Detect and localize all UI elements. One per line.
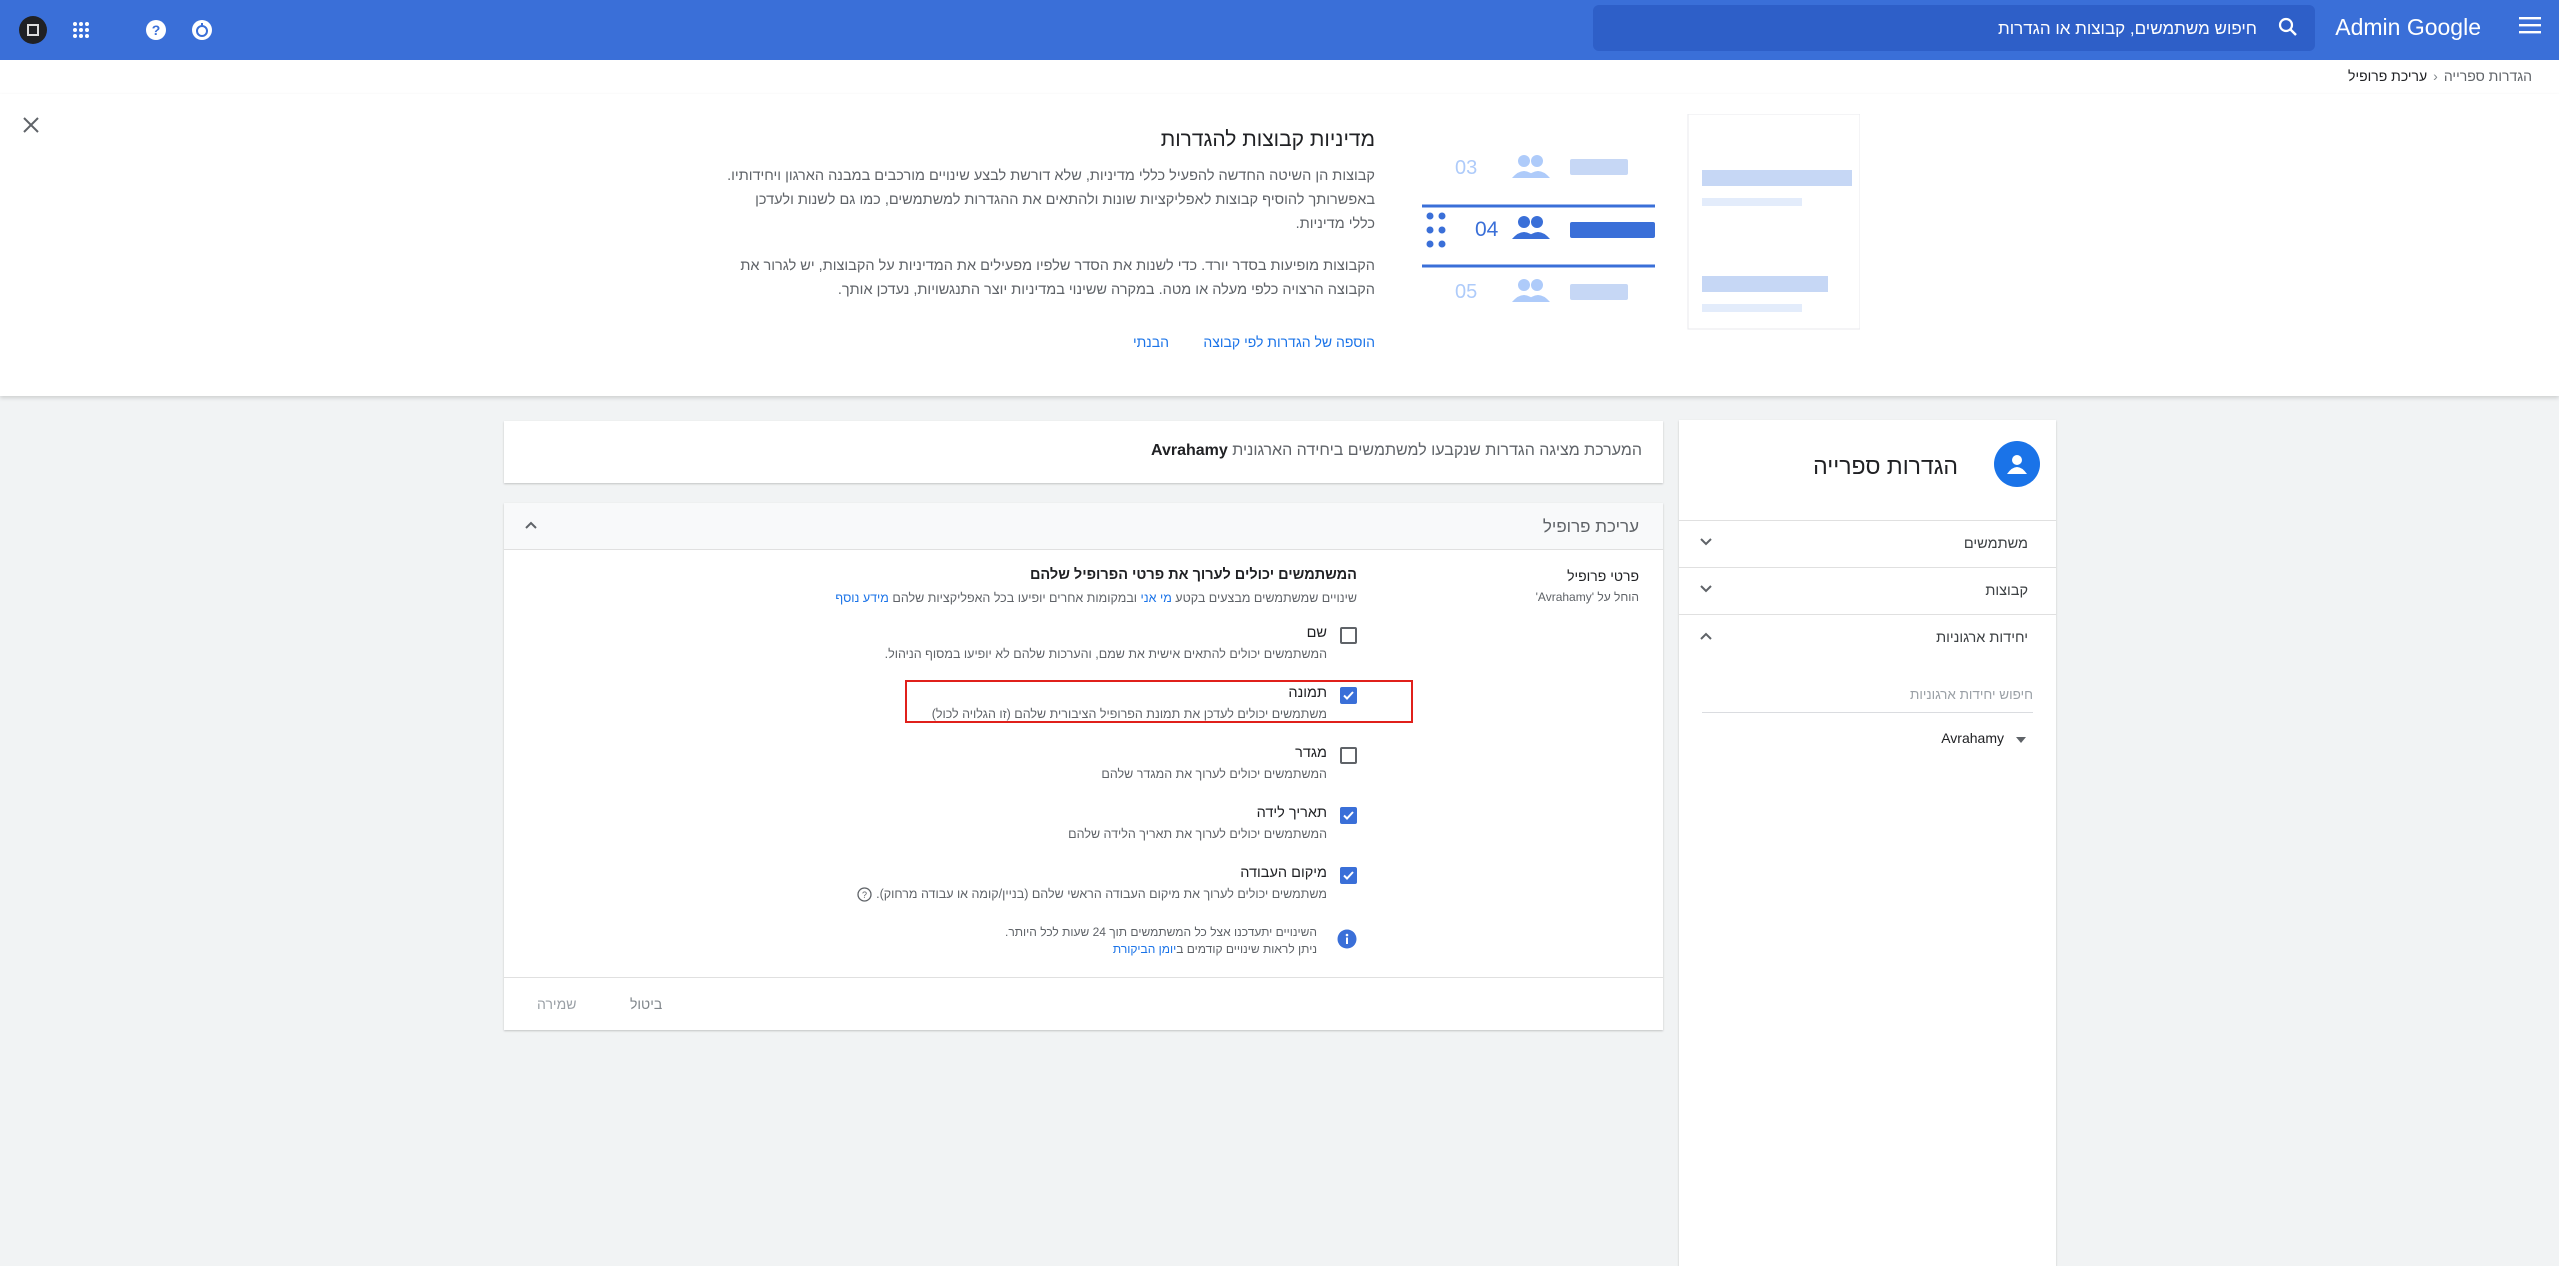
setting-label: פרטי פרופיל bbox=[1567, 568, 1639, 584]
illustration-row-05: 05 bbox=[1455, 279, 1628, 303]
user-avatar-icon bbox=[1994, 441, 2040, 487]
section-description: שינויים שמשתמשים מבצעים בקטע מי אני ובמק… bbox=[835, 591, 1357, 605]
search-bar[interactable]: חיפוש משתמשים, קבוצות או הגדרות bbox=[1593, 5, 2315, 51]
note-text-part: ניתן לראות שינויים קודמים ב bbox=[1176, 942, 1317, 956]
close-icon[interactable] bbox=[22, 116, 40, 134]
illustration-row-03: 03 bbox=[1455, 155, 1628, 179]
option-label: תאריך לידה bbox=[1256, 805, 1327, 821]
illustration-number: 05 bbox=[1455, 281, 1477, 303]
edit-profile-panel: עריכת פרופיל פרטי פרופיל הוחל על 'Avraha… bbox=[504, 503, 1663, 1030]
section-description-text: ובמקומות אחרים יופיעו בכל האפליקציות שלה… bbox=[892, 591, 1138, 605]
option-gender: מגדר המשתמשים יכולים לערוך את המגדר שלהם bbox=[877, 745, 1357, 789]
propagation-note: השינויים יתעדכנו אצל כל המשתמשים תוך 24 … bbox=[857, 925, 1357, 965]
work-location-checkbox[interactable] bbox=[1340, 867, 1357, 884]
setting-applied-to: הוחל על 'Avrahamy' bbox=[1535, 590, 1639, 604]
option-birthday: תאריך לידה המשתמשים יכולים לערוך את תארי… bbox=[877, 805, 1357, 849]
brand-logo[interactable]: Admin Google bbox=[2335, 14, 2481, 41]
org-unit-info-card: המערכת מציגה הגדרות שנקבעו למשתמשים ביחי… bbox=[504, 421, 1663, 483]
option-work-location: מיקום העבודה משתמשים יכולים לערוך את מיק… bbox=[857, 865, 1357, 909]
about-me-link[interactable]: מי אני bbox=[1141, 591, 1172, 605]
gender-checkbox[interactable] bbox=[1340, 747, 1357, 764]
breadcrumb-current: עריכת פרופיל bbox=[2348, 68, 2428, 84]
section-description-text: שינויים שמשתמשים מבצעים בקטע bbox=[1175, 591, 1357, 605]
add-group-settings-link[interactable]: הוספה של הגדרות לפי קבוצה bbox=[1203, 334, 1375, 350]
org-unit-search-input[interactable]: חיפוש יחידות ארגוניות bbox=[1702, 682, 2033, 713]
directory-settings-panel: הגדרות ספרייה משתמשים קבוצות יחידות ארגו… bbox=[1679, 420, 2056, 1266]
chevron-down-icon[interactable] bbox=[1699, 535, 1713, 549]
sidebar-item-label: יחידות ארגוניות bbox=[1936, 630, 2028, 646]
breadcrumb-parent[interactable]: הגדרות ספרייה bbox=[2444, 68, 2532, 84]
info-text: המערכת מציגה הגדרות שנקבעו למשתמשים ביחי… bbox=[1151, 442, 1642, 460]
chevron-up-icon[interactable] bbox=[524, 518, 538, 532]
account-avatar-icon[interactable] bbox=[17, 14, 49, 46]
panel-title: עריכת פרופיל bbox=[1542, 517, 1639, 536]
sidebar-item-label: קבוצות bbox=[1985, 583, 2028, 599]
option-description: המשתמשים יכולים לערוך את תאריך הלידה שלה… bbox=[1068, 827, 1327, 841]
apps-grid-icon[interactable] bbox=[65, 14, 97, 46]
info-org-name: Avrahamy bbox=[1151, 442, 1228, 459]
help-icon[interactable]: ? bbox=[140, 14, 172, 46]
option-description: המשתמשים יכולים לערוך את המגדר שלהם bbox=[1101, 767, 1327, 781]
note-text: השינויים יתעדכנו אצל כל המשתמשים תוך 24 … bbox=[1005, 925, 1317, 939]
group-policy-banner: מדיניות קבוצות להגדרות קבוצות הן השיטה ה… bbox=[0, 94, 2559, 396]
section-title: המשתמשים יכולים לערוך את פרטי הפרופיל של… bbox=[1029, 567, 1357, 583]
breadcrumb-separator-icon: ‹ bbox=[2433, 68, 2438, 84]
chevron-up-icon[interactable] bbox=[1699, 629, 1713, 643]
name-checkbox[interactable] bbox=[1340, 627, 1357, 644]
sidebar-item-users[interactable]: משתמשים bbox=[1679, 520, 2056, 568]
search-input[interactable]: חיפוש משתמשים, קבוצות או הגדרות bbox=[1998, 19, 2257, 39]
timer-icon[interactable] bbox=[186, 14, 218, 46]
illustration-number: 03 bbox=[1455, 157, 1477, 179]
info-icon bbox=[1337, 929, 1357, 949]
banner-paragraph: הקבוצות מופיעות בסדר יורד. כדי לשנות את … bbox=[740, 258, 1375, 298]
note-text: ניתן לראות שינויים קודמים ביומן הביקורת bbox=[1113, 942, 1317, 956]
got-it-link[interactable]: הבנתי bbox=[1133, 334, 1169, 350]
illustration-row-04: 04 bbox=[1426, 212, 1655, 248]
sidebar-item-groups[interactable]: קבוצות bbox=[1679, 567, 2056, 615]
birthday-checkbox[interactable] bbox=[1340, 807, 1357, 824]
audit-log-link[interactable]: יומן הביקורת bbox=[1113, 942, 1176, 956]
sidebar-item-label: משתמשים bbox=[1963, 536, 2028, 552]
org-unit-item[interactable]: Avrahamy bbox=[1941, 730, 2004, 746]
top-bar: ? חיפוש משתמשים, קבוצות או הגדרות Admin … bbox=[0, 0, 2559, 60]
help-circle-icon[interactable]: ? bbox=[857, 887, 872, 902]
sidebar-item-org-units[interactable]: יחידות ארגוניות bbox=[1679, 614, 2056, 662]
option-description: המשתמשים יכולים להתאים אישית את שמם, והע… bbox=[884, 647, 1327, 661]
breadcrumb-bar: הגדרות ספרייה ‹ עריכת פרופיל bbox=[0, 60, 2559, 95]
option-label: שם bbox=[1306, 625, 1327, 641]
search-icon[interactable] bbox=[2277, 16, 2299, 38]
highlight-box bbox=[905, 680, 1413, 723]
option-name: שם המשתמשים יכולים להתאים אישית את שמם, … bbox=[877, 625, 1357, 669]
main-menu-icon[interactable] bbox=[2519, 16, 2541, 34]
panel-header[interactable]: עריכת פרופיל bbox=[504, 503, 1663, 550]
option-description: משתמשים יכולים לערוך את מיקום העבודה הרא… bbox=[876, 887, 1327, 901]
panel-title: הגדרות ספרייה bbox=[1813, 453, 1958, 479]
save-button[interactable]: שמירה bbox=[537, 996, 576, 1012]
option-label: מיקום העבודה bbox=[1240, 865, 1327, 881]
learn-more-link[interactable]: מידע נוסף bbox=[835, 591, 889, 605]
chevron-down-icon[interactable] bbox=[1699, 582, 1713, 596]
org-unit-search-placeholder: חיפוש יחידות ארגוניות bbox=[1910, 687, 2033, 702]
banner-title: מדיניות קבוצות להגדרות bbox=[1160, 128, 1375, 151]
illustration-number: 04 bbox=[1475, 218, 1499, 241]
panel-footer: ביטול שמירה bbox=[504, 977, 1663, 1031]
illustration-card bbox=[1687, 114, 1860, 330]
banner-paragraph: קבוצות הן השיטה החדשה להפעיל כללי מדיניו… bbox=[727, 168, 1375, 232]
caret-down-icon[interactable] bbox=[2016, 736, 2026, 744]
group-priority-illustration: 03 04 05 bbox=[1422, 114, 1860, 334]
cancel-button[interactable]: ביטול bbox=[630, 996, 662, 1012]
info-message: המערכת מציגה הגדרות שנקבעו למשתמשים ביחי… bbox=[1232, 442, 1642, 459]
breadcrumb: הגדרות ספרייה ‹ עריכת פרופיל bbox=[2348, 68, 2532, 84]
svg-text:?: ? bbox=[152, 22, 161, 38]
svg-text:?: ? bbox=[862, 890, 867, 900]
option-label: מגדר bbox=[1295, 745, 1327, 761]
